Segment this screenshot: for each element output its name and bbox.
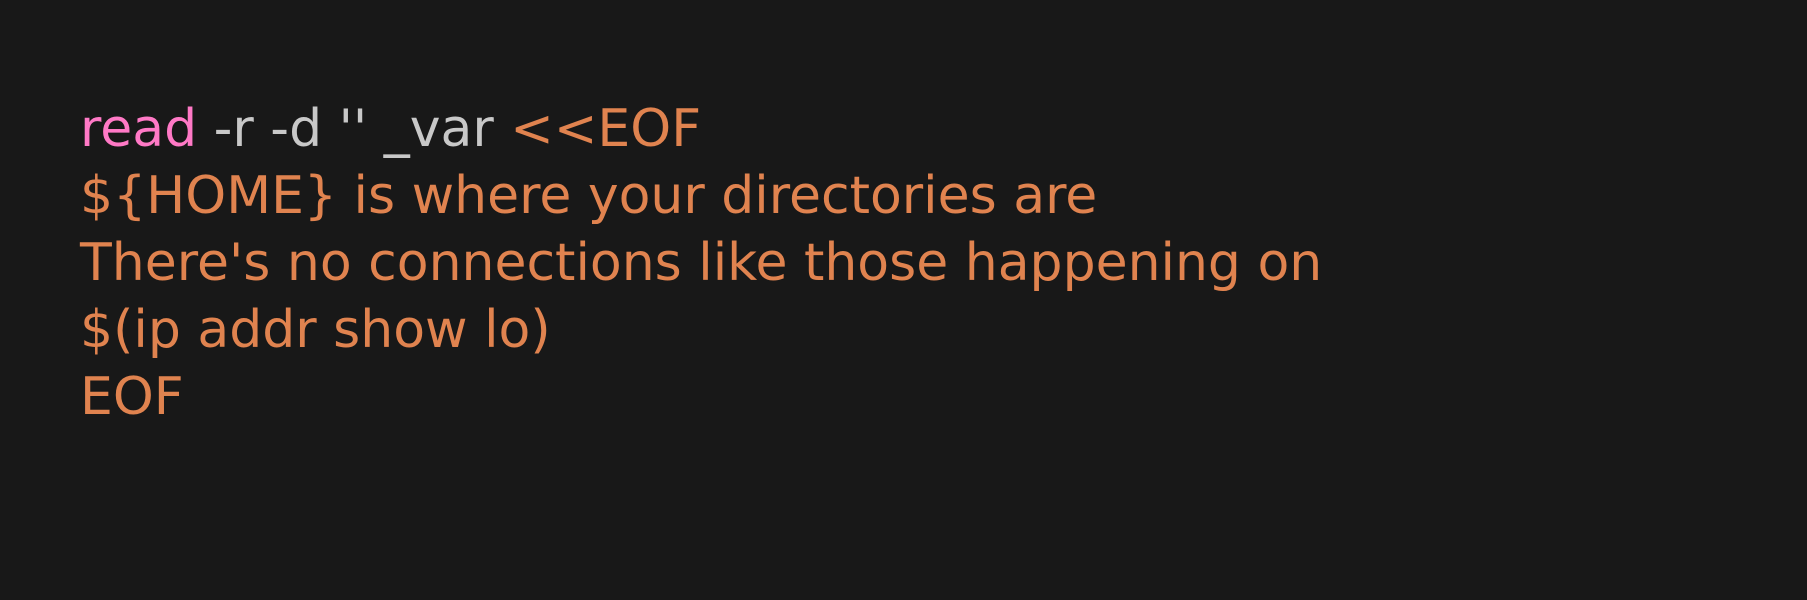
- heredoc-line: ${HOME} is where your directories are: [80, 166, 1098, 226]
- code-editor: read -r -d '' _var <<EOF ${HOME} is where…: [0, 0, 1807, 600]
- heredoc-start: <<EOF: [510, 99, 702, 159]
- code-line-1: read -r -d '' _var <<EOF: [80, 96, 1322, 163]
- code-block: read -r -d '' _var <<EOF ${HOME} is where…: [80, 96, 1322, 431]
- code-line-3: There's no connections like those happen…: [80, 230, 1322, 297]
- command-arguments: -r -d '' _var: [197, 99, 511, 159]
- code-line-5: EOF: [80, 364, 1322, 431]
- heredoc-line: $(ip addr show lo): [80, 300, 551, 360]
- code-line-2: ${HOME} is where your directories are: [80, 163, 1322, 230]
- keyword-read: read: [80, 99, 198, 159]
- heredoc-line: There's no connections like those happen…: [80, 233, 1323, 293]
- heredoc-end: EOF: [80, 367, 184, 427]
- code-line-4: $(ip addr show lo): [80, 297, 1322, 364]
